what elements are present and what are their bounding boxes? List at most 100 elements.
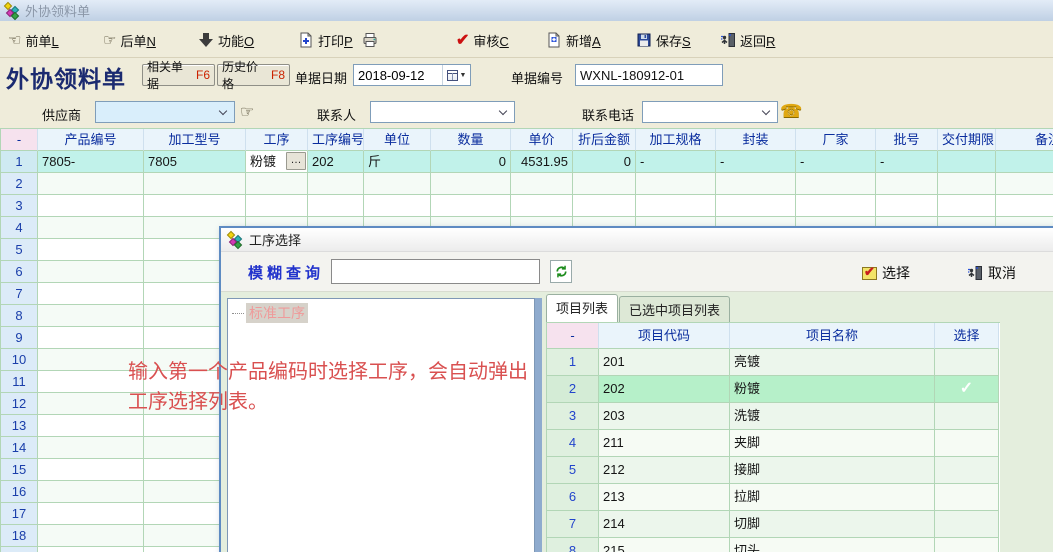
row-number[interactable]: 15: [1, 459, 38, 481]
row-number[interactable]: 1: [1, 151, 38, 173]
contact-combobox[interactable]: [370, 101, 515, 123]
grid-cell[interactable]: [38, 173, 144, 195]
grid-cell[interactable]: [996, 151, 1053, 173]
grid-cell[interactable]: 4531.95: [511, 151, 573, 173]
row-number[interactable]: 13: [1, 415, 38, 437]
grid-cell[interactable]: [431, 195, 511, 217]
grid-cell[interactable]: [716, 195, 796, 217]
grid-cell[interactable]: 7805: [144, 151, 246, 173]
grid-cell[interactable]: [38, 305, 144, 327]
calendar-dropdown-button[interactable]: ▼: [442, 65, 470, 85]
grid-cell[interactable]: 夹脚: [730, 430, 935, 457]
grid-cell[interactable]: [38, 217, 144, 239]
grid-cell[interactable]: 切头: [730, 538, 935, 552]
history-price-button[interactable]: 历史价格F8: [217, 64, 290, 86]
grid-cell[interactable]: 214: [599, 511, 730, 538]
docno-input[interactable]: [575, 64, 723, 86]
order-date-picker[interactable]: 2018-09-12 ▼: [353, 64, 471, 86]
grid-cell[interactable]: [144, 173, 246, 195]
row-number[interactable]: 14: [1, 437, 38, 459]
grid-cell[interactable]: 212: [599, 457, 730, 484]
row-number[interactable]: 18: [1, 525, 38, 547]
row-number[interactable]: 8: [1, 305, 38, 327]
grid-cell[interactable]: 粉镀: [730, 376, 935, 403]
grid-cell[interactable]: [38, 327, 144, 349]
grid-cell[interactable]: [996, 173, 1053, 195]
refresh-button[interactable]: [550, 260, 572, 283]
grid-cell[interactable]: -: [716, 151, 796, 173]
grid-cell[interactable]: [796, 173, 876, 195]
row-number[interactable]: 5: [547, 457, 599, 484]
audit-button[interactable]: ✔ 审核C: [456, 28, 509, 52]
grid-cell[interactable]: [573, 173, 636, 195]
phone-combobox[interactable]: [642, 101, 778, 123]
row-number[interactable]: 8: [547, 538, 599, 552]
grid-cell[interactable]: [876, 195, 938, 217]
grid-cell[interactable]: [636, 195, 716, 217]
grid-cell[interactable]: [935, 403, 999, 430]
grid-cell[interactable]: 接脚: [730, 457, 935, 484]
grid-cell[interactable]: [935, 430, 999, 457]
grid-cell[interactable]: [935, 457, 999, 484]
grid-cell[interactable]: [144, 195, 246, 217]
phone-icon[interactable]: ☎: [780, 101, 802, 122]
row-number[interactable]: 3: [1, 195, 38, 217]
grid-cell[interactable]: [876, 173, 938, 195]
grid-cell[interactable]: 斤: [364, 151, 431, 173]
grid-cell[interactable]: [38, 437, 144, 459]
tab-selected-item-list[interactable]: 已选中项目列表: [619, 296, 730, 322]
grid-cell[interactable]: 粉镀…: [246, 151, 308, 173]
row-number[interactable]: 3: [547, 403, 599, 430]
grid-cell[interactable]: 0: [573, 151, 636, 173]
grid-cell[interactable]: -: [796, 151, 876, 173]
row-number[interactable]: 7: [547, 511, 599, 538]
grid-cell[interactable]: [996, 195, 1053, 217]
grid-cell[interactable]: 211: [599, 430, 730, 457]
grid-cell[interactable]: [938, 195, 996, 217]
grid-cell[interactable]: [308, 195, 364, 217]
functions-button[interactable]: 功能O: [198, 28, 254, 52]
grid-cell[interactable]: [364, 195, 431, 217]
panel-splitter[interactable]: [535, 298, 542, 552]
add-new-button[interactable]: 新增A: [546, 28, 601, 52]
grid-cell[interactable]: [38, 459, 144, 481]
grid-cell[interactable]: [308, 173, 364, 195]
row-number[interactable]: 11: [1, 371, 38, 393]
row-number[interactable]: 19: [1, 547, 38, 552]
grid-cell[interactable]: [38, 481, 144, 503]
grid-cell[interactable]: -: [876, 151, 938, 173]
printer-icon[interactable]: [362, 28, 378, 52]
row-number[interactable]: 6: [1, 261, 38, 283]
grid-cell[interactable]: [38, 239, 144, 261]
grid-cell[interactable]: 切脚: [730, 511, 935, 538]
grid-cell[interactable]: [935, 484, 999, 511]
supplier-combobox[interactable]: [95, 101, 235, 123]
grid-cell[interactable]: 202: [599, 376, 730, 403]
grid-cell[interactable]: [38, 415, 144, 437]
row-number[interactable]: 5: [1, 239, 38, 261]
row-number[interactable]: 4: [547, 430, 599, 457]
row-number[interactable]: 16: [1, 481, 38, 503]
cancel-button[interactable]: 取消: [967, 261, 1016, 285]
row-number[interactable]: 2: [1, 173, 38, 195]
grid-cell[interactable]: [511, 195, 573, 217]
grid-cell[interactable]: 201: [599, 349, 730, 376]
grid-cell[interactable]: [573, 195, 636, 217]
grid-cell[interactable]: 215: [599, 538, 730, 552]
grid-cell[interactable]: 213: [599, 484, 730, 511]
grid-cell[interactable]: [38, 525, 144, 547]
next-order-button[interactable]: ☞ 后单N: [103, 28, 156, 52]
grid-cell[interactable]: [38, 503, 144, 525]
grid-cell[interactable]: [938, 173, 996, 195]
grid-cell[interactable]: [38, 283, 144, 305]
grid-cell[interactable]: -: [636, 151, 716, 173]
grid-cell[interactable]: [38, 195, 144, 217]
return-button[interactable]: 返回R: [720, 28, 775, 52]
row-number[interactable]: 1: [547, 349, 599, 376]
row-number[interactable]: 12: [1, 393, 38, 415]
grid-cell[interactable]: [38, 547, 144, 552]
grid-cell[interactable]: 7805-: [38, 151, 144, 173]
fuzzy-search-input[interactable]: [331, 259, 540, 284]
grid-cell[interactable]: 0: [431, 151, 511, 173]
grid-cell[interactable]: [796, 195, 876, 217]
